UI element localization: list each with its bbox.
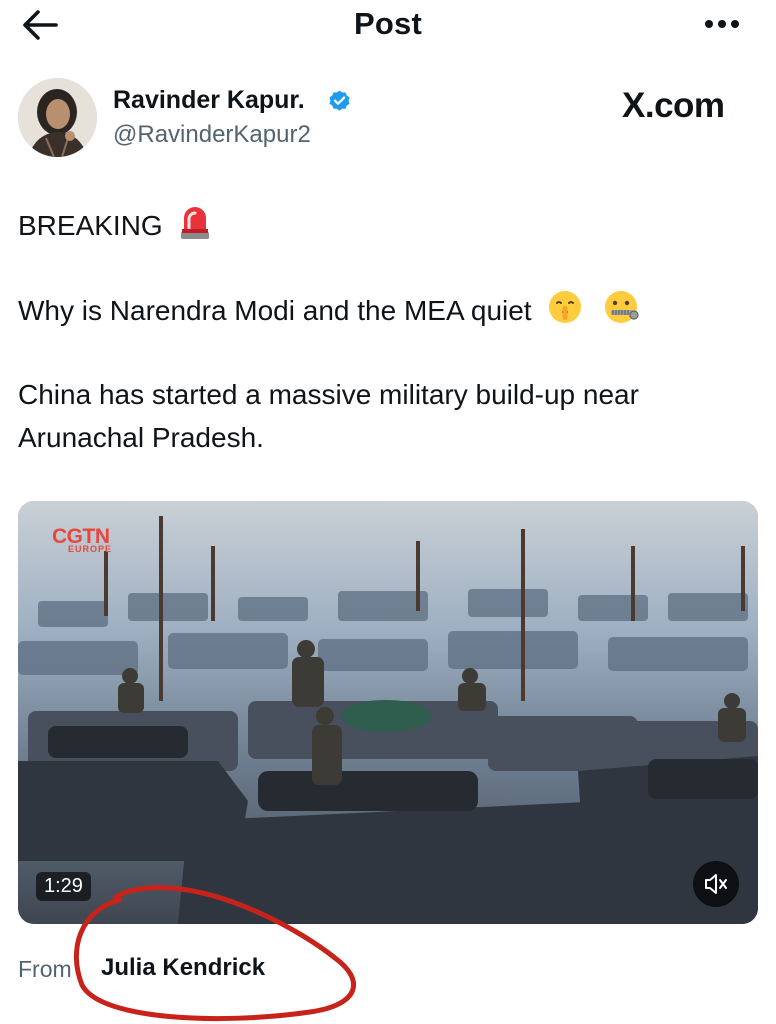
attribution-prefix: From xyxy=(18,956,72,982)
author-handle[interactable]: @RavinderKapur2 xyxy=(113,121,311,149)
post-text-line: BREAKING xyxy=(18,204,212,251)
post-text-line: China has started a massive military bui… xyxy=(18,379,639,410)
video-thumbnail xyxy=(18,501,758,924)
author-display-name[interactable]: Ravinder Kapur. xyxy=(113,86,305,115)
post-text-line: Why is Narendra Modi and the MEA quiet xyxy=(18,289,641,336)
attribution-source[interactable]: Julia Kendrick xyxy=(101,954,265,982)
question-text: Why is Narendra Modi and the MEA quiet xyxy=(18,294,532,326)
shushing-face-icon xyxy=(547,289,583,336)
zipper-mouth-face-icon xyxy=(603,289,641,336)
cgtn-logo-sub: EUROPE xyxy=(68,544,113,554)
rotating-light-icon xyxy=(178,204,212,251)
avatar[interactable] xyxy=(18,78,97,157)
video-player[interactable]: CGTN EUROPE 1:29 xyxy=(18,501,758,924)
video-duration: 1:29 xyxy=(36,872,91,901)
speaker-muted-icon[interactable] xyxy=(693,861,739,907)
breaking-text: BREAKING xyxy=(18,209,163,241)
x-watermark: X.com xyxy=(622,86,725,125)
verified-badge-icon xyxy=(327,89,352,114)
page-title: Post xyxy=(354,6,422,41)
more-horizontal-icon[interactable] xyxy=(700,10,748,38)
post-text-line: Arunachal Pradesh. xyxy=(18,422,264,453)
